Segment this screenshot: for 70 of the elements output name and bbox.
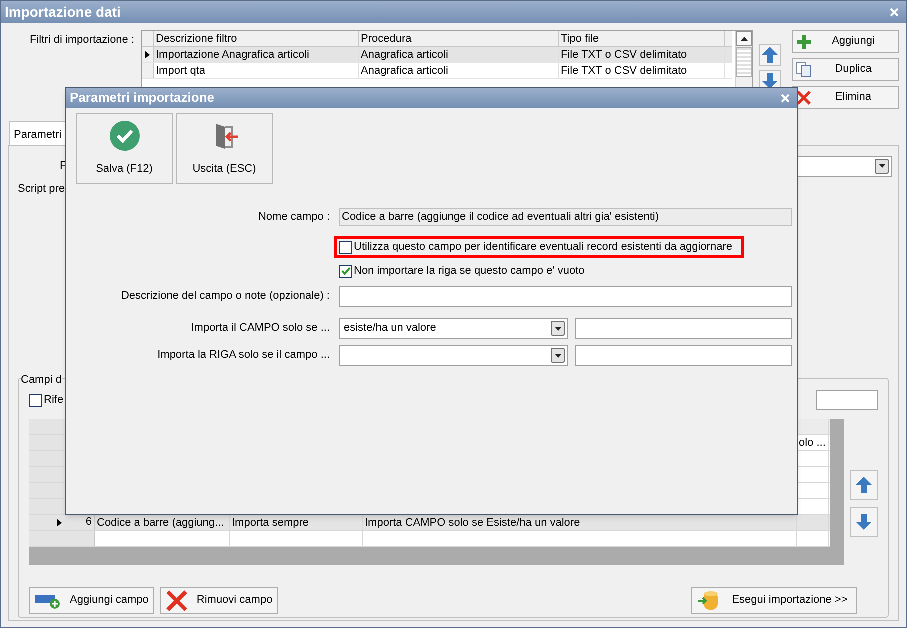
table-cell: Anagrafica articoli bbox=[359, 47, 559, 62]
move-up-button[interactable] bbox=[850, 470, 878, 500]
arrow-up-icon bbox=[854, 475, 874, 495]
column-header[interactable]: Descrizione filtro bbox=[154, 31, 359, 46]
action-button[interactable]: Aggiungi bbox=[792, 30, 899, 53]
field-label: Importa il CAMPO solo se ... bbox=[190, 321, 330, 336]
grid-row[interactable]: 6 Codice a barre (aggiung... Importa sempre Importa CAMPO solo se Esiste/ha un valore bbox=[29, 515, 830, 531]
row-number: 6 bbox=[86, 515, 92, 530]
table-cell: Import qta bbox=[154, 63, 359, 78]
dropdown-button[interactable] bbox=[875, 158, 889, 174]
action-button[interactable]: Esegui importazione >> bbox=[691, 587, 857, 614]
action-button[interactable]: Aggiungi campo bbox=[29, 587, 154, 614]
table-cell: Anagrafica articoli bbox=[359, 63, 559, 78]
text-field[interactable] bbox=[816, 390, 878, 410]
dropdown-button[interactable] bbox=[551, 348, 565, 363]
close-icon[interactable] bbox=[890, 8, 899, 16]
plus-icon bbox=[796, 34, 812, 50]
action-button[interactable]: Rimuovi campo bbox=[160, 587, 278, 614]
caret-icon bbox=[878, 164, 886, 168]
close-icon[interactable] bbox=[781, 94, 790, 102]
close-icon bbox=[164, 588, 189, 612]
text-field[interactable] bbox=[575, 345, 792, 366]
action-button[interactable]: Duplica bbox=[792, 58, 899, 81]
checkbox-label: Utilizza questo campo per identificare eventuali record esistenti da aggiornare bbox=[354, 240, 732, 255]
table-cell: File TXT o CSV delimitato bbox=[559, 63, 725, 78]
column-header[interactable]: Tipo file bbox=[559, 31, 725, 46]
action-button[interactable]: Elimina bbox=[792, 86, 899, 109]
field-label: Nome campo : bbox=[257, 210, 330, 225]
table-cell: File TXT o CSV delimitato bbox=[559, 47, 725, 62]
arrow-down-icon bbox=[854, 512, 874, 532]
window-title: Importazione dati bbox=[5, 2, 121, 22]
text-field[interactable] bbox=[575, 318, 792, 339]
checkbox-label: Non importare la riga se questo campo e' vuoto bbox=[354, 264, 585, 279]
table-row[interactable]: Importazione Anagrafica articoli Anagrafica articoli File TXT o CSV delimitato bbox=[142, 47, 732, 63]
move-down-button[interactable] bbox=[850, 507, 878, 537]
column-header[interactable]: Procedura bbox=[359, 31, 559, 46]
scroll-thumb[interactable] bbox=[736, 47, 752, 77]
dropdown[interactable] bbox=[795, 156, 892, 176]
field-label: Descrizione del campo o note (opzionale) : bbox=[120, 289, 330, 304]
row-pointer-icon bbox=[56, 518, 62, 526]
checkbox[interactable] bbox=[29, 394, 42, 406]
row-pointer-icon bbox=[145, 50, 150, 58]
caret-icon bbox=[554, 326, 562, 330]
checkbox-label: Rife bbox=[44, 392, 64, 408]
filters-label: Filtri di importazione : bbox=[30, 33, 134, 48]
toolbar-button[interactable]: Uscita (ESC) bbox=[176, 113, 273, 184]
check-icon bbox=[108, 120, 140, 152]
move-up-button[interactable] bbox=[759, 44, 781, 66]
tab[interactable]: Parametri bbox=[9, 121, 66, 145]
caret-up-icon bbox=[740, 36, 748, 40]
checkbox[interactable] bbox=[339, 264, 352, 278]
table-cell: Importazione Anagrafica articoli bbox=[154, 47, 359, 62]
field-label: Script pre bbox=[18, 182, 66, 197]
row-header-cell bbox=[29, 531, 95, 546]
dropdown[interactable]: esiste/ha un valore bbox=[339, 318, 568, 339]
caret-icon bbox=[554, 354, 562, 358]
dialog-title: Parametri importazione bbox=[70, 89, 214, 108]
checkbox[interactable] bbox=[339, 240, 352, 254]
group-label: Campi d bbox=[21, 372, 62, 388]
table-row[interactable]: Import qta Anagrafica articoli File TXT o CSV delimitato bbox=[142, 63, 732, 79]
database-icon bbox=[696, 588, 720, 612]
scroll-up-button[interactable] bbox=[736, 31, 752, 46]
arrow-up-icon bbox=[760, 45, 780, 65]
text-field[interactable] bbox=[339, 286, 792, 307]
close-icon bbox=[796, 90, 812, 106]
dropdown-button[interactable] bbox=[551, 321, 565, 336]
field-label: Importa la RIGA solo se il campo ... bbox=[156, 348, 330, 364]
toolbar-button[interactable]: Salva (F12) bbox=[76, 113, 173, 184]
scrollbar[interactable] bbox=[735, 31, 752, 87]
copy-icon bbox=[796, 62, 812, 78]
